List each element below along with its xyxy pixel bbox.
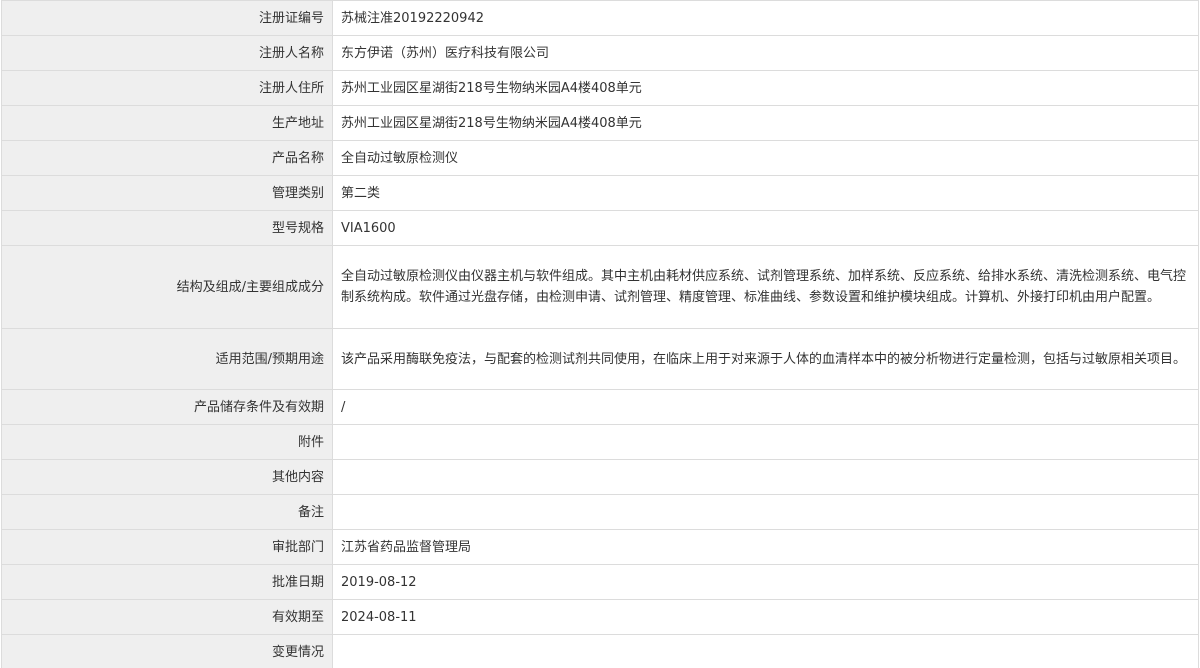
field-value-intended-use: 该产品采用酶联免疫法，与配套的检测试剂共同使用，在临床上用于对来源于人体的血清样… [332, 328, 1199, 390]
field-value-storage-validity: / [332, 389, 1199, 425]
table-row: 注册证编号 苏械注准20192220942 [1, 0, 1199, 36]
field-value-model-spec: VIA1600 [332, 210, 1199, 246]
field-label-intended-use: 适用范围/预期用途 [1, 328, 333, 390]
field-label-production-address: 生产地址 [1, 105, 333, 141]
field-label-storage-validity: 产品储存条件及有效期 [1, 389, 333, 425]
field-value-registrant-name: 东方伊诺（苏州）医疗科技有限公司 [332, 35, 1199, 71]
field-label-product-name: 产品名称 [1, 140, 333, 176]
field-value-product-name: 全自动过敏原检测仪 [332, 140, 1199, 176]
field-value-approval-date: 2019-08-12 [332, 564, 1199, 600]
table-row: 注册人名称 东方伊诺（苏州）医疗科技有限公司 [1, 35, 1199, 71]
field-value-change-history [332, 634, 1199, 668]
table-row: 注册人住所 苏州工业园区星湖街218号生物纳米园A4楼408单元 [1, 70, 1199, 106]
field-label-remarks: 备注 [1, 494, 333, 530]
table-row: 有效期至 2024-08-11 [1, 599, 1199, 635]
field-value-production-address: 苏州工业园区星湖街218号生物纳米园A4楼408单元 [332, 105, 1199, 141]
field-label-approval-department: 审批部门 [1, 529, 333, 565]
field-label-model-spec: 型号规格 [1, 210, 333, 246]
field-value-remarks [332, 494, 1199, 530]
table-row: 产品储存条件及有效期 / [1, 389, 1199, 425]
field-label-approval-date: 批准日期 [1, 564, 333, 600]
table-row: 管理类别 第二类 [1, 175, 1199, 211]
table-row: 附件 [1, 424, 1199, 460]
table-row: 批准日期 2019-08-12 [1, 564, 1199, 600]
table-row: 备注 [1, 494, 1199, 530]
table-row: 产品名称 全自动过敏原检测仪 [1, 140, 1199, 176]
table-row: 型号规格 VIA1600 [1, 210, 1199, 246]
table-row: 其他内容 [1, 459, 1199, 495]
field-value-attachments [332, 424, 1199, 460]
table-row: 结构及组成/主要组成成分 全自动过敏原检测仪由仪器主机与软件组成。其中主机由耗材… [1, 245, 1199, 329]
registration-detail-table: 注册证编号 苏械注准20192220942 注册人名称 东方伊诺（苏州）医疗科技… [1, 0, 1199, 668]
field-value-registration-number: 苏械注准20192220942 [332, 0, 1199, 36]
field-value-approval-department: 江苏省药品监督管理局 [332, 529, 1199, 565]
field-value-registrant-address: 苏州工业园区星湖街218号生物纳米园A4楼408单元 [332, 70, 1199, 106]
table-row: 生产地址 苏州工业园区星湖街218号生物纳米园A4楼408单元 [1, 105, 1199, 141]
table-row: 变更情况 [1, 634, 1199, 668]
field-label-management-category: 管理类别 [1, 175, 333, 211]
field-value-valid-until: 2024-08-11 [332, 599, 1199, 635]
field-value-structure-composition: 全自动过敏原检测仪由仪器主机与软件组成。其中主机由耗材供应系统、试剂管理系统、加… [332, 245, 1199, 329]
field-label-attachments: 附件 [1, 424, 333, 460]
field-label-registration-number: 注册证编号 [1, 0, 333, 36]
table-row: 适用范围/预期用途 该产品采用酶联免疫法，与配套的检测试剂共同使用，在临床上用于… [1, 328, 1199, 390]
field-value-other-content [332, 459, 1199, 495]
field-label-registrant-address: 注册人住所 [1, 70, 333, 106]
field-label-valid-until: 有效期至 [1, 599, 333, 635]
table-row: 审批部门 江苏省药品监督管理局 [1, 529, 1199, 565]
field-label-structure-composition: 结构及组成/主要组成成分 [1, 245, 333, 329]
field-value-management-category: 第二类 [332, 175, 1199, 211]
field-label-change-history: 变更情况 [1, 634, 333, 668]
field-label-other-content: 其他内容 [1, 459, 333, 495]
field-label-registrant-name: 注册人名称 [1, 35, 333, 71]
